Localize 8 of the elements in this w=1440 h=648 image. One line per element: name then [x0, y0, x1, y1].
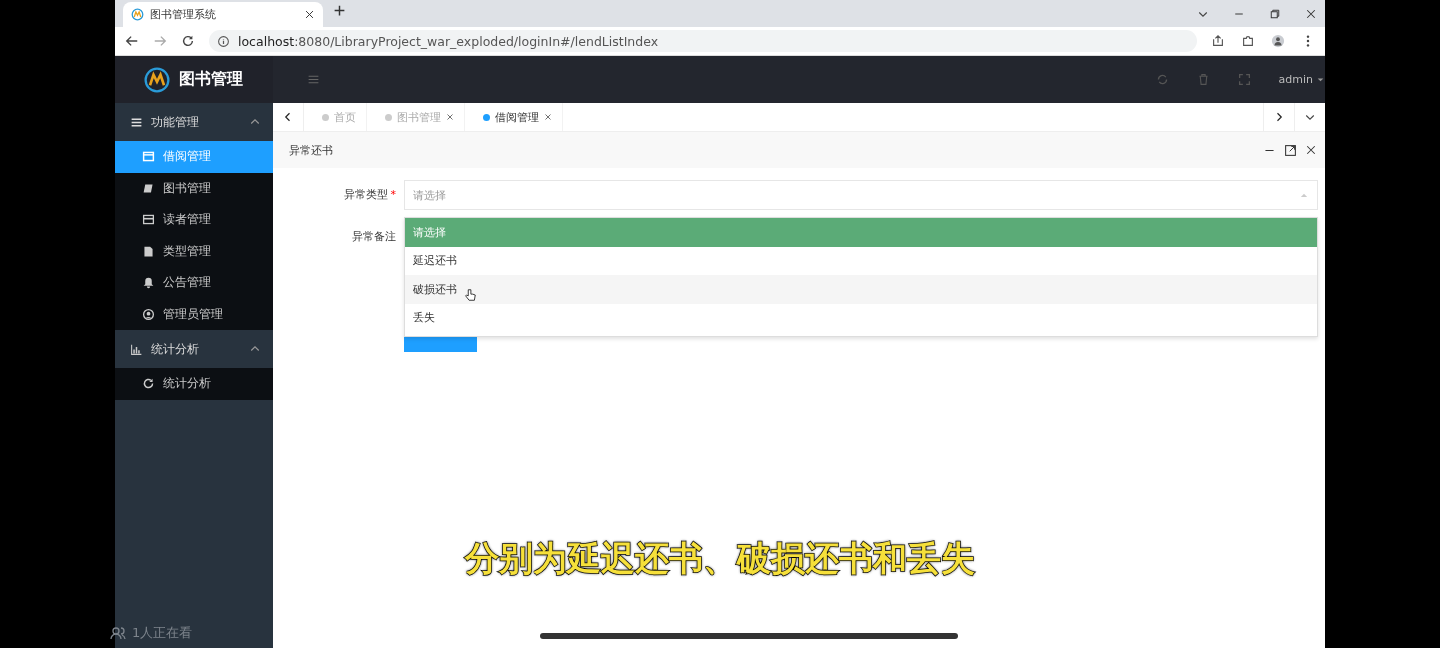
- tab-title: 图书管理系统: [150, 7, 217, 22]
- field-label: 异常备注: [352, 229, 396, 245]
- subtitle: 分别为延迟还书、破损还书和丢失: [465, 538, 975, 578]
- app-title: 图书管理: [179, 69, 243, 90]
- viewer-count: 1人正在看: [132, 624, 193, 642]
- panel-title: 异常还书: [289, 142, 334, 158]
- required-mark: *: [390, 187, 396, 203]
- field-label: 异常类型: [343, 187, 388, 203]
